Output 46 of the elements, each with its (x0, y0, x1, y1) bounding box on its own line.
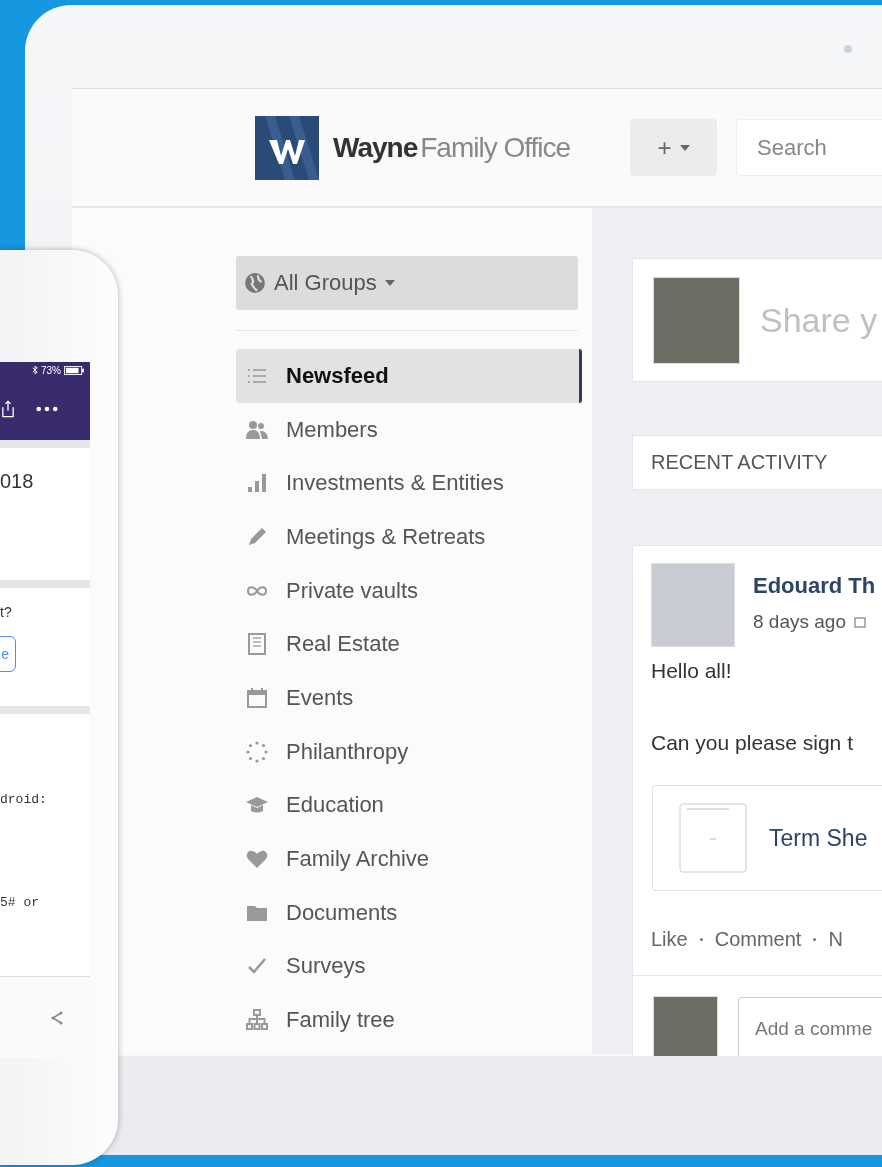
group-selector[interactable]: All Groups (236, 256, 578, 310)
comment-field[interactable]: Add a comme (738, 996, 882, 1056)
sidebar-item[interactable]: Members (236, 402, 582, 457)
author-link[interactable]: Edouard Th (753, 573, 876, 599)
share-icon[interactable] (2, 400, 14, 418)
message-text: t? (0, 604, 12, 620)
section-title: RECENT ACTIVITY (651, 451, 828, 474)
sidebar-item[interactable]: Newsfeed (236, 349, 582, 403)
sidebar-item[interactable]: Family tree (236, 993, 582, 1047)
search-field[interactable]: Search (736, 119, 882, 176)
bluetooth-icon (32, 365, 38, 375)
message-text: droid: (0, 792, 47, 807)
post-time: 8 days ago (753, 611, 846, 633)
caret-icon (679, 144, 690, 151)
battery-percent: 73% (41, 364, 61, 376)
building-icon (245, 632, 269, 657)
document-icon (679, 803, 747, 873)
action-link[interactable]: Like (651, 927, 688, 951)
sidebar-item[interactable]: Family Archive (236, 832, 582, 886)
caret-icon (384, 280, 395, 286)
globe-icon (244, 272, 266, 294)
sidebar-item[interactable]: Real Estate (236, 617, 582, 672)
logo-icon (255, 115, 319, 180)
sidebar-item[interactable]: Surveys (236, 939, 582, 994)
sidebar-item[interactable]: Documents (236, 885, 582, 940)
message-text: 5# or (0, 895, 39, 910)
share-field[interactable]: Share y (760, 300, 882, 340)
hierarchy-icon (245, 1008, 269, 1033)
more-icon[interactable] (36, 406, 58, 412)
sidebar-item[interactable]: Private vaults (236, 563, 582, 618)
attachment-link[interactable]: Term She (769, 824, 868, 852)
brand-name: WayneFamily Office (333, 131, 571, 164)
battery-icon (64, 365, 84, 375)
dotted-circle-icon (245, 739, 269, 764)
message-text: 018 (0, 470, 34, 493)
sidebar-item[interactable]: Events (236, 671, 582, 725)
post-text: Hello all! (651, 659, 733, 683)
post-text: Can you please sign t (651, 731, 854, 755)
sidebar-item[interactable]: Education (236, 778, 582, 833)
sidebar-item[interactable]: Investments & Entities (236, 456, 582, 511)
action-link[interactable]: Comment (714, 927, 802, 951)
add-button[interactable]: + (630, 119, 718, 176)
action-link[interactable]: N (828, 927, 843, 951)
sidebar-item[interactable]: Meetings & Retreats (236, 510, 582, 564)
camera-icon (844, 45, 852, 53)
sidebar-item[interactable]: Philanthropy (236, 724, 582, 779)
